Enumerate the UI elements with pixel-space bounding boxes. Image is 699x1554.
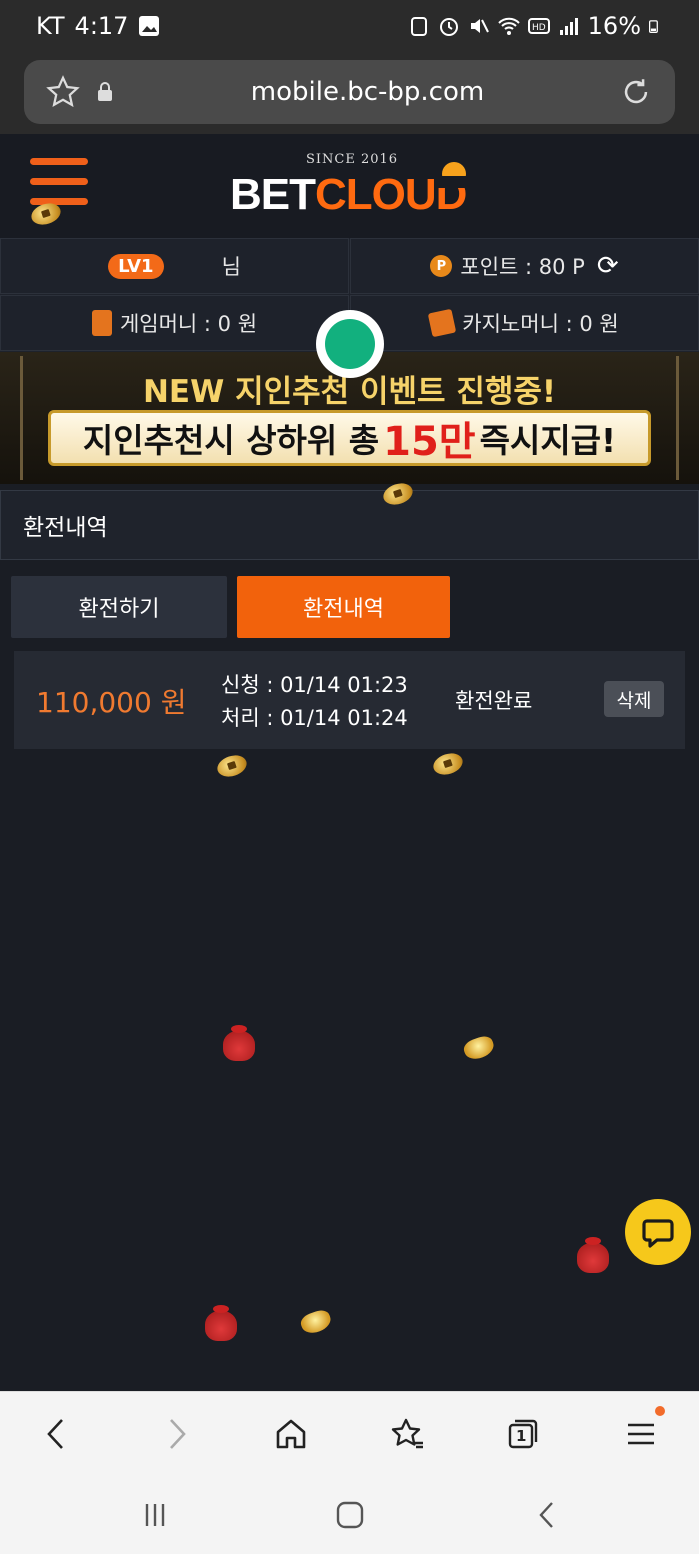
- casino-money-cell: 카지노머니 : 0 원: [350, 295, 699, 351]
- site-header: SINCE 2016 BETCLOUD: [0, 134, 699, 238]
- svg-text:HD: HD: [532, 23, 546, 33]
- sun-icon: [436, 162, 470, 188]
- money-bag-icon: [577, 1237, 609, 1273]
- notification-dot: [655, 1406, 665, 1416]
- casino-money-value: 카지노머니 : 0 원: [462, 312, 619, 336]
- system-back-button[interactable]: [527, 1495, 567, 1535]
- point-coin-icon: P: [430, 255, 453, 277]
- gallery-icon: [139, 16, 160, 36]
- hd-icon: HD: [527, 18, 550, 34]
- browser-toolbar: mobile.bc-bp.com: [0, 52, 699, 134]
- clock: 4:17: [74, 12, 129, 40]
- points-value: 포인트 : 80 P: [460, 255, 585, 279]
- carrier-label: KT: [36, 12, 65, 40]
- battery-percent: 16%: [587, 12, 641, 40]
- back-button[interactable]: [33, 1410, 81, 1458]
- points-cell: P 포인트 : 80 P ⟳: [350, 238, 699, 294]
- chat-bubble-icon: [642, 1219, 674, 1248]
- request-time: 신청 : 01/14 01:23: [221, 673, 408, 697]
- address-bar[interactable]: mobile.bc-bp.com: [24, 60, 675, 124]
- logo-brand: BETCLOUD: [230, 170, 467, 219]
- page-title: 환전내역: [0, 490, 699, 560]
- browser-menu-button[interactable]: [617, 1406, 665, 1458]
- delete-button[interactable]: 삭제: [604, 681, 664, 717]
- coin-icon: [214, 751, 250, 781]
- lock-screen-icon: [410, 17, 427, 36]
- back-chevron-icon: [539, 1502, 553, 1528]
- chat-button[interactable]: [625, 1199, 691, 1265]
- chevron-left-icon: [47, 1419, 63, 1449]
- home-icon: [276, 1419, 306, 1449]
- exchange-dates: 신청 : 01/14 01:23 처리 : 01/14 01:24: [221, 669, 408, 735]
- reload-icon[interactable]: [619, 75, 653, 109]
- coin-icon: [430, 749, 466, 779]
- system-navigation-bar: [0, 1475, 699, 1554]
- signal-icon: [559, 18, 578, 35]
- menu-button[interactable]: [30, 158, 88, 208]
- tab-exchange[interactable]: 환전하기: [11, 576, 227, 638]
- user-name-suffix: 님: [221, 255, 241, 279]
- forward-button[interactable]: [152, 1410, 200, 1458]
- status-bar: KT 4:17 HD 16%: [0, 0, 699, 52]
- game-money-cell: 게임머니 : 0 원: [0, 295, 349, 351]
- bookmarks-button[interactable]: [384, 1410, 432, 1458]
- betcloud-logo[interactable]: SINCE 2016 BETCLOUD: [230, 152, 470, 226]
- recent-apps-button[interactable]: [135, 1495, 175, 1535]
- menu-lines-icon: [628, 1423, 654, 1445]
- chevron-right-icon: [170, 1419, 186, 1449]
- recent-apps-icon: [145, 1504, 165, 1526]
- level-badge: LV1: [108, 253, 164, 279]
- refresh-icon[interactable]: ⟳: [597, 251, 619, 281]
- money-icon: [91, 310, 112, 336]
- process-time: 처리 : 01/14 01:24: [221, 706, 408, 730]
- exchange-status: 환전완료: [455, 689, 533, 713]
- game-money-value: 게임머니 : 0 원: [119, 312, 258, 336]
- history-row: 110,000 원 신청 : 01/14 01:23 처리 : 01/14 01…: [14, 651, 685, 749]
- logo-since: SINCE 2016: [306, 152, 399, 167]
- battery-icon: [649, 20, 658, 33]
- money-bag-icon: [223, 1025, 255, 1061]
- browser-bottom-bar: 1: [0, 1391, 699, 1475]
- url-text: mobile.bc-bp.com: [250, 77, 485, 107]
- user-level-cell: LV1 님: [0, 238, 349, 294]
- money-bag-icon: [205, 1305, 237, 1341]
- banner-subline: 지인추천시 상하위 총 15만 즉시지급!: [48, 410, 651, 466]
- tab-count: 1: [516, 1427, 527, 1445]
- home-button[interactable]: [267, 1410, 315, 1458]
- bookmarks-star-icon: [391, 1418, 423, 1449]
- home-square-icon: [336, 1501, 364, 1529]
- gold-ingot-icon: [461, 1033, 497, 1063]
- system-home-button[interactable]: [330, 1495, 370, 1535]
- lock-icon: [98, 82, 112, 101]
- cards-icon: [428, 308, 457, 338]
- bookmark-star-icon[interactable]: [46, 75, 80, 109]
- wifi-icon: [497, 17, 520, 35]
- gold-ingot-icon: [298, 1307, 334, 1337]
- floating-green-dot[interactable]: [316, 310, 384, 378]
- mute-icon: [470, 19, 489, 33]
- tabs-button[interactable]: 1: [499, 1410, 547, 1458]
- alarm-icon: [439, 18, 458, 36]
- tab-exchange-history[interactable]: 환전내역: [237, 576, 450, 638]
- exchange-amount: 110,000 원: [36, 686, 187, 719]
